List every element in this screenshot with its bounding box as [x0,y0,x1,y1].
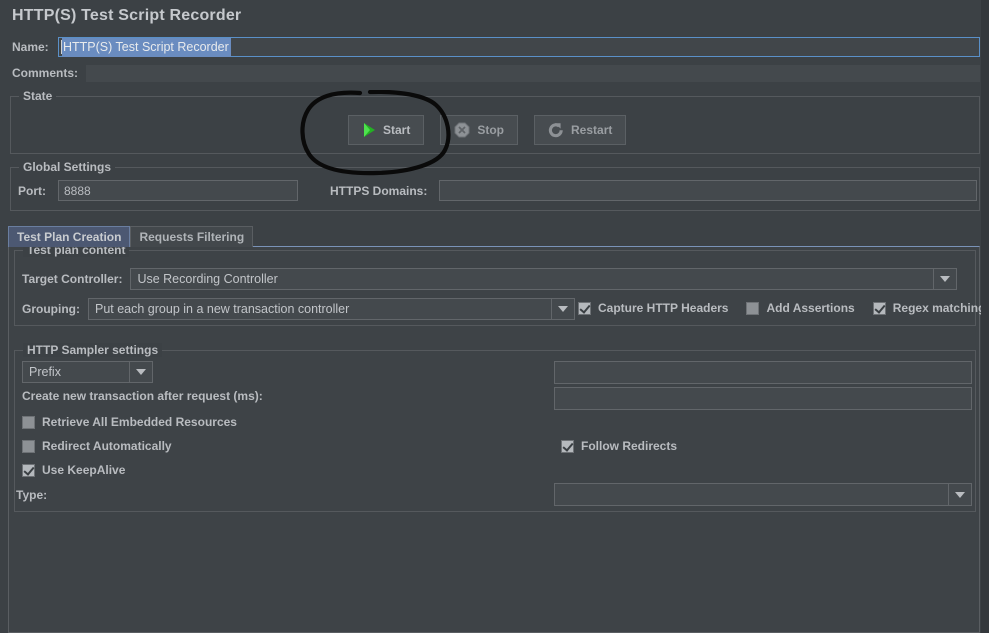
name-input-value: HTTP(S) Test Script Recorder [62,37,231,57]
checkbox-capture-http-headers[interactable]: Capture HTTP Headers [578,301,728,315]
port-row: Port: 8888 [18,180,298,201]
tab-test-plan-creation-label: Test Plan Creation [17,230,122,244]
https-domains-label: HTTPS Domains: [330,183,428,198]
https-domains-row: HTTPS Domains: [330,180,978,201]
checkbox-box [578,301,591,315]
checkbox-redirect-automatically[interactable]: Redirect Automatically [22,439,172,453]
target-controller-row: Target Controller: Use Recording Control… [22,268,958,290]
restart-arrow-icon [548,122,564,138]
prefix-input[interactable] [554,361,972,384]
chevron-down-icon[interactable] [933,269,956,289]
checkbox-follow-redirects[interactable]: Follow Redirects [561,439,677,453]
page-title: HTTP(S) Test Script Recorder [12,7,242,24]
chevron-down-icon[interactable] [948,484,971,505]
checkbox-label: Capture HTTP Headers [598,301,729,315]
port-input-value: 8888 [64,183,91,198]
target-controller-label: Target Controller: [22,272,123,286]
checkbox-label: Regex matching [892,301,986,315]
checkbox-label: Use KeepAlive [42,463,126,477]
target-controller-combo[interactable]: Use Recording Controller [130,268,958,290]
checkbox-use-keepalive[interactable]: Use KeepAlive [22,463,125,477]
checkbox-box [561,439,574,453]
grouping-combo[interactable]: Put each group in a new transaction cont… [87,298,575,320]
port-label: Port: [18,183,46,198]
checkbox-retrieve-all-embedded-resources[interactable]: Retrieve All Embedded Resources [22,415,237,429]
create-transaction-input[interactable] [554,387,972,410]
start-button[interactable]: Start [348,115,425,145]
checkbox-box [22,439,35,453]
chevron-down-icon[interactable] [129,362,152,382]
restart-button-label: Restart [571,123,613,137]
checkbox-box [22,463,35,477]
checkbox-label: Retrieve All Embedded Resources [42,415,237,429]
stop-octagon-icon [454,122,470,138]
port-input[interactable]: 8888 [58,180,298,201]
name-label: Name: [12,40,49,54]
start-button-label: Start [383,123,411,137]
checkbox-add-assertions[interactable]: Add Assertions [746,301,855,315]
test-plan-checkbox-row: Capture HTTP Headers Add Assertions Rege… [578,301,985,315]
checkbox-label: Follow Redirects [581,439,678,453]
tab-requests-filtering[interactable]: Requests Filtering [130,226,254,247]
state-buttons: Start Stop Restart [348,115,627,145]
stop-button[interactable]: Stop [440,115,519,145]
prefix-mode-value: Prefix [29,365,61,379]
https-domains-input[interactable] [439,180,978,201]
type-label: Type: [16,488,48,502]
checkbox-label: Redirect Automatically [42,439,172,453]
stop-button-label: Stop [477,123,505,137]
grouping-row: Grouping: Put each group in a new transa… [22,298,575,320]
checkbox-box [22,415,35,429]
chevron-down-icon[interactable] [550,299,574,319]
checkbox-regex-matching[interactable]: Regex matching [872,301,986,315]
right-margin-strip [981,0,989,633]
checkbox-box [872,301,886,315]
target-controller-value: Use Recording Controller [137,272,278,286]
http-sampler-settings-group-title: HTTP Sampler settings [23,343,163,357]
type-combo[interactable] [554,483,972,506]
checkbox-label: Add Assertions [766,301,855,315]
grouping-value: Put each group in a new transaction cont… [94,302,350,316]
tab-test-plan-creation[interactable]: Test Plan Creation [8,226,131,247]
comments-input[interactable] [86,64,980,82]
play-icon [362,122,376,138]
create-transaction-label: Create new transaction after request (ms… [22,389,263,403]
name-input[interactable]: HTTP(S) Test Script Recorder [58,37,980,57]
prefix-mode-combo[interactable]: Prefix [22,361,153,383]
comments-label: Comments: [12,66,79,80]
tab-bar: Test Plan Creation Requests Filtering [8,226,254,247]
state-group-title: State [19,89,57,103]
restart-button[interactable]: Restart [534,115,627,145]
global-settings-group-title: Global Settings [19,160,116,174]
checkbox-box [746,301,760,315]
grouping-label: Grouping: [22,302,80,316]
name-row: Name: HTTP(S) Test Script Recorder [12,36,980,58]
comments-row: Comments: [12,64,980,82]
tab-requests-filtering-label: Requests Filtering [139,230,245,244]
